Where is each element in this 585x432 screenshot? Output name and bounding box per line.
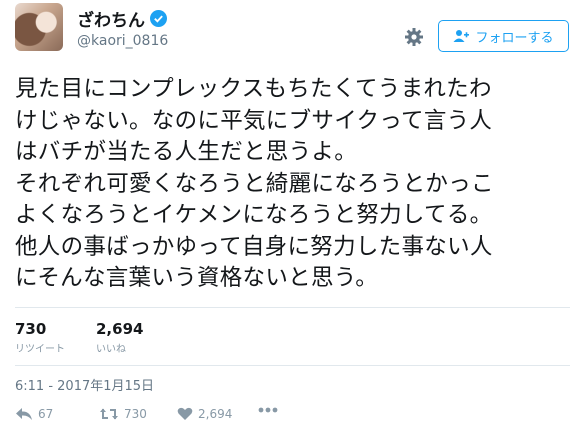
retweet-label: リツイート: [15, 344, 65, 355]
more-icon: [258, 407, 278, 413]
like-button[interactable]: 2,694: [177, 407, 232, 421]
heart-icon: [177, 407, 193, 421]
user-handle[interactable]: @kaori_0816: [77, 33, 168, 49]
display-name-row[interactable]: ざわちん: [77, 6, 167, 31]
like-label: いいね: [96, 344, 126, 355]
retweet-stat[interactable]: 730 リツイート: [15, 320, 65, 355]
divider: [15, 365, 570, 366]
display-name[interactable]: ざわちん: [77, 6, 145, 31]
follow-button[interactable]: フォローする: [438, 20, 569, 52]
reply-button[interactable]: 67: [15, 407, 53, 421]
like-count: 2,694: [96, 320, 144, 338]
tweet-text: 見た目にコンプレックスもちたくてうまれたわ けじゃない。なのに平気にブサイクって…: [15, 76, 494, 291]
tweet-timestamp[interactable]: 6:11 - 2017年1月15日: [15, 375, 154, 394]
verified-badge-icon: [150, 10, 167, 27]
follow-button-label: フォローする: [475, 30, 554, 46]
like-action-count: 2,694: [198, 407, 233, 421]
more-button[interactable]: [258, 407, 278, 413]
retweet-icon: [99, 407, 119, 421]
add-user-icon: [453, 29, 470, 43]
divider: [15, 307, 570, 308]
retweet-button[interactable]: 730: [99, 407, 147, 421]
reply-count: 67: [38, 407, 54, 421]
retweet-count: 730: [15, 320, 47, 338]
reply-icon: [15, 407, 33, 421]
gear-icon[interactable]: [404, 27, 424, 47]
like-stat[interactable]: 2,694 いいね: [96, 320, 143, 355]
retweet-action-count: 730: [124, 407, 147, 421]
avatar[interactable]: [15, 3, 63, 51]
